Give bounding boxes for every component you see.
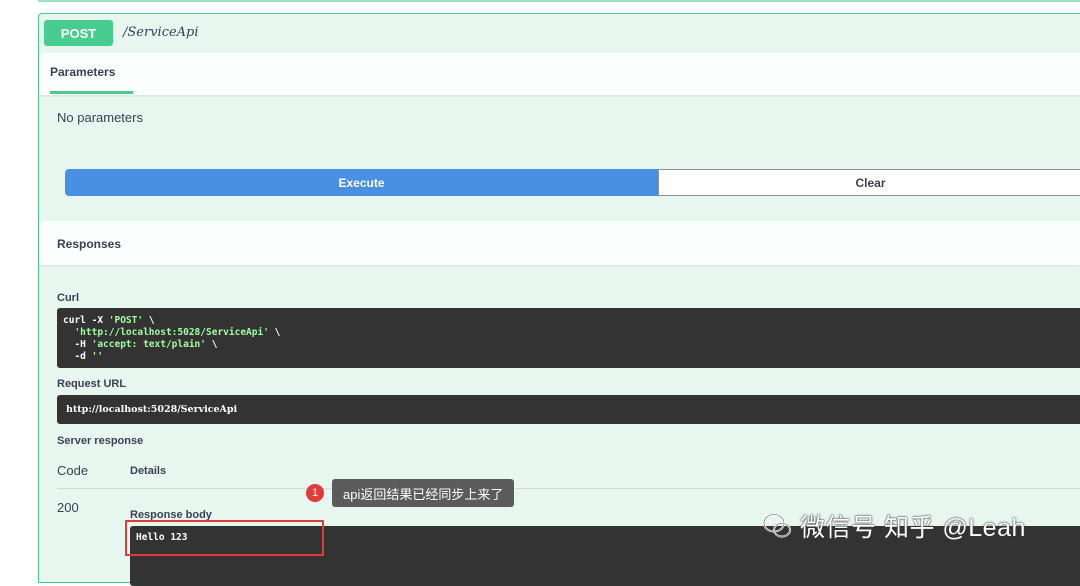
server-response-label: Server response — [57, 435, 144, 447]
tab-parameters[interactable]: Parameters — [50, 65, 115, 79]
table-divider — [57, 488, 1080, 489]
parameters-header: Parameters — [39, 52, 1080, 95]
tab-active-indicator — [50, 91, 133, 94]
execute-button[interactable]: Execute — [65, 169, 658, 196]
clear-button[interactable]: Clear — [658, 169, 1080, 196]
code-column-header: Code — [57, 463, 89, 478]
operation-block-post: POST /ServiceApi Parameters No parameter… — [38, 13, 1080, 586]
wechat-icon — [763, 513, 791, 538]
operation-path: /ServiceApi — [123, 25, 199, 40]
request-url-block[interactable]: http://localhost:5028/ServiceApi — [57, 395, 1080, 424]
annotation-callout: api返回结果已经同步上来了 — [332, 479, 515, 507]
curl-code-block[interactable]: curl -X 'POST' \ 'http://localhost:5028/… — [57, 308, 1080, 368]
curl-line: 'http://localhost:5028/ServiceApi' \ — [74, 327, 281, 338]
request-url-label: Request URL — [57, 378, 127, 390]
status-code: 200 — [57, 500, 79, 515]
curl-label: Curl — [57, 292, 79, 304]
method-badge: POST — [44, 20, 113, 46]
details-column-header: Details — [130, 465, 167, 477]
previous-opblock-edge — [38, 0, 1080, 2]
annotation-number-badge: 1 — [306, 484, 324, 502]
operation-summary[interactable]: POST /ServiceApi — [39, 14, 1080, 53]
watermark-text: 微信号 知乎 @Leah — [800, 514, 1026, 542]
no-parameters-text: No parameters — [57, 110, 143, 125]
curl-line: curl -X 'POST' \ — [63, 315, 155, 326]
watermark: 微信号 知乎 @Leah — [762, 508, 1026, 544]
responses-header: Responses — [39, 221, 1080, 265]
curl-line: -d '' — [63, 351, 104, 362]
highlight-box — [125, 520, 324, 556]
responses-title: Responses — [57, 237, 122, 251]
curl-line: -H 'accept: text/plain' \ — [63, 339, 218, 350]
